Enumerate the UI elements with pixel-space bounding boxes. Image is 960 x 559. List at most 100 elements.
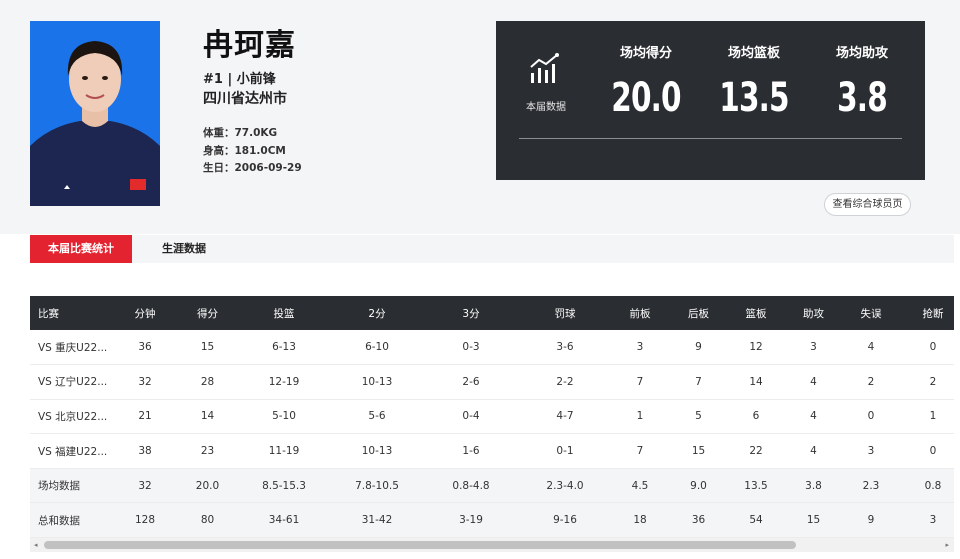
table-cell: 18 <box>609 502 671 539</box>
table-cell: 7 <box>609 433 671 469</box>
player-height: 身高：181.0CM <box>203 145 286 157</box>
player-photo <box>30 21 160 206</box>
table-cell: 0 <box>901 433 954 469</box>
view-player-profile-button[interactable]: 查看综合球员页 <box>824 193 911 216</box>
table-header-cell: 投篮 <box>273 307 295 320</box>
stat-title: 场均篮板 <box>727 46 780 61</box>
table-cell: 38 <box>110 433 180 469</box>
table-cell: 6 <box>726 399 786 435</box>
table-cell: 20.0 <box>180 468 235 504</box>
table-cell: 7.8-10.5 <box>333 468 421 504</box>
table-cell: 5-6 <box>333 399 421 435</box>
table-header-cell: 助攻 <box>803 307 824 320</box>
table-cell: 4-7 <box>521 399 609 435</box>
table-cell: 15 <box>786 502 841 539</box>
table-cell: 6-10 <box>333 330 421 366</box>
table-cell: 9-16 <box>521 502 609 539</box>
season-stats-label: 本届数据 <box>526 102 566 113</box>
table-header-cell: 抢断 <box>922 307 944 320</box>
table-cell: 11-19 <box>235 433 333 469</box>
scroll-right-arrow-icon[interactable]: ▸ <box>945 541 949 549</box>
table-cell: 36 <box>671 502 726 539</box>
table-cell: 1 <box>901 399 954 435</box>
table-cell: 14 <box>180 399 235 435</box>
table-cell: 15 <box>180 330 235 366</box>
player-weight: 体重：77.0KG <box>203 127 278 139</box>
table-cell: 8.5-15.3 <box>235 468 333 504</box>
table-cell: 7 <box>609 364 671 400</box>
table-cell: VS 福建U22... <box>30 433 110 469</box>
table-cell: 9.0 <box>671 468 726 504</box>
table-cell: 5 <box>671 399 726 435</box>
bar-chart-trend-icon <box>528 53 562 83</box>
stat-title: 场均得分 <box>619 46 672 61</box>
table-cell: 0-3 <box>421 330 521 366</box>
scroll-left-arrow-icon[interactable]: ◂ <box>34 541 38 549</box>
table-cell: 10-13 <box>333 433 421 469</box>
table-cell: 4 <box>786 433 841 469</box>
season-stats-panel: 本届数据 场均得分 20.0 场均篮板 13.5 场均助攻 3.8 <box>496 21 925 180</box>
table-cell: 28 <box>180 364 235 400</box>
player-name: 冉珂嘉 <box>203 28 296 63</box>
horizontal-scrollbar[interactable]: ◂ ▸ <box>30 538 954 552</box>
table-header-cell: 篮板 <box>745 307 767 320</box>
player-header: 冉珂嘉 #1 | 小前锋 四川省达州市 体重：77.0KG 身高：181.0CM… <box>0 0 960 234</box>
table-cell: 0.8-4.8 <box>421 468 521 504</box>
divider <box>519 138 902 139</box>
table-cell: 54 <box>726 502 786 539</box>
table-cell: 2 <box>901 364 954 400</box>
table-cell: VS 北京U22... <box>30 399 110 435</box>
table-cell: 总和数据 <box>30 502 110 539</box>
player-city: 四川省达州市 <box>203 91 287 107</box>
table-cell: 2-6 <box>421 364 521 400</box>
table-cell: 6-13 <box>235 330 333 366</box>
table-header-cell: 得分 <box>197 307 218 320</box>
player-birthdate: 生日：2006-09-29 <box>203 162 302 174</box>
table-header-cell: 比赛 <box>38 307 59 320</box>
table-cell: 36 <box>110 330 180 366</box>
table-cell: 2-2 <box>521 364 609 400</box>
tab-career-stats[interactable]: 生涯数据 <box>144 235 224 263</box>
table-cell: 3 <box>609 330 671 366</box>
game-row: VS 辽宁U22... 32 28 12-19 10-13 2-6 2-2 7 7 14 4 2 2 <box>30 364 954 400</box>
table-cell: VS 辽宁U22... <box>30 364 110 400</box>
table-cell: 13.5 <box>726 468 786 504</box>
table-cell: 22 <box>726 433 786 469</box>
table-cell: 2 <box>841 364 901 400</box>
stat-avg-points: 场均得分 20.0 <box>596 42 696 121</box>
player-number-position: #1 | 小前锋 <box>203 72 276 87</box>
table-cell: 3 <box>786 330 841 366</box>
summary-row: 总和数据 128 80 34-61 31-42 3-19 9-16 18 36 54 15 9 3 <box>30 502 954 539</box>
table-cell: 2.3-4.0 <box>521 468 609 504</box>
table-header-cell: 后板 <box>688 307 709 320</box>
table-cell: 34-61 <box>235 502 333 539</box>
table-cell: 7 <box>671 364 726 400</box>
table-cell: 1 <box>609 399 671 435</box>
table-cell: 3 <box>901 502 954 539</box>
table-cell: 3 <box>841 433 901 469</box>
table-cell: 15 <box>671 433 726 469</box>
stat-avg-rebounds: 场均篮板 13.5 <box>704 42 804 121</box>
table-cell: 3-19 <box>421 502 521 539</box>
scrollbar-thumb[interactable] <box>44 541 796 549</box>
table-header-cell: 前板 <box>629 307 651 320</box>
table-cell: 4 <box>786 364 841 400</box>
table-cell: 0.8 <box>901 468 954 504</box>
game-row: VS 北京U22... 21 14 5-10 5-6 0-4 4-7 1 5 6 4 0 1 <box>30 399 954 435</box>
table-cell: 80 <box>180 502 235 539</box>
table-cell: 10-13 <box>333 364 421 400</box>
table-cell: VS 重庆U22... <box>30 330 110 366</box>
tab-season-stats[interactable]: 本届比赛统计 <box>30 235 132 263</box>
table-cell: 12-19 <box>235 364 333 400</box>
table-cell: 12 <box>726 330 786 366</box>
stat-title: 场均助攻 <box>835 46 888 61</box>
table-header-cell: 罚球 <box>554 307 576 320</box>
table-cell: 2.3 <box>841 468 901 504</box>
stat-value: 13.5 <box>719 75 789 121</box>
stats-table-container: 比赛 分钟 得分 投篮 2分 3分 罚球 前板 后板 篮板 助攻 失误 抢断 VS 重庆U22... 36… <box>30 296 954 554</box>
table-cell: 0 <box>841 399 901 435</box>
table-cell: 4 <box>786 399 841 435</box>
stats-tabs: 本届比赛统计 生涯数据 <box>30 235 954 263</box>
table-cell: 0 <box>901 330 954 366</box>
game-row: VS 福建U22... 38 23 11-19 10-13 1-6 0-1 7 15 22 4 3 0 <box>30 433 954 469</box>
